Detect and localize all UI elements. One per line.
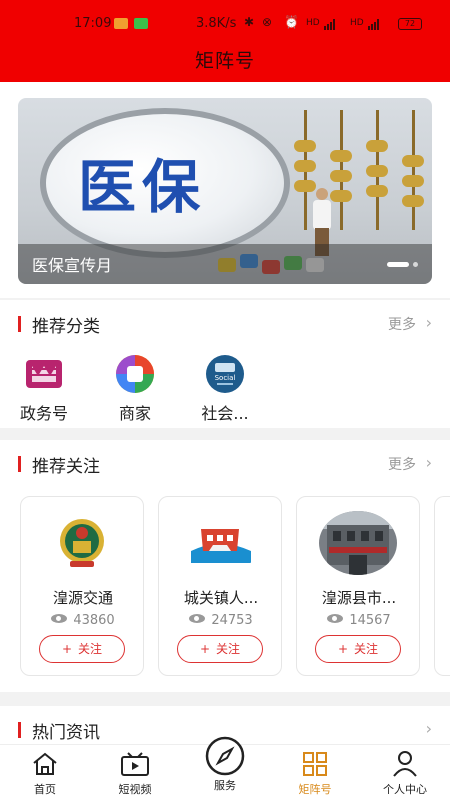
app-screen: 17:09 3.8K/s ✱ ⊗ ⏰ HD HD 72 矩阵号 医保 医保宣传月…	[0, 0, 450, 800]
banner-image-text: 医保	[78, 153, 207, 221]
account-name: 城关镇人...	[183, 589, 259, 607]
follow-card[interactable]: 湟源交通 43860 + 关注	[20, 496, 144, 676]
follow-button[interactable]: + 关注	[177, 635, 263, 663]
status-time: 17:09	[74, 16, 112, 31]
account-name: 湟源县市...	[321, 589, 397, 607]
section-header: 推荐分类 更多 ›	[18, 312, 432, 337]
town-logo-icon	[181, 511, 259, 575]
more-link[interactable]: 更多	[388, 314, 416, 334]
user-icon	[360, 749, 450, 779]
hd-icon: HD	[306, 18, 320, 28]
compass-icon	[180, 736, 270, 776]
plus-icon: +	[337, 642, 349, 656]
category-item-social[interactable]: Social 社会...	[190, 354, 260, 424]
plus-icon: +	[199, 642, 211, 656]
banner-caption: 医保宣传月	[32, 256, 113, 275]
tab-label: 个人中心	[383, 783, 427, 796]
notification-icon	[114, 18, 128, 29]
section-accent-bar	[18, 316, 21, 332]
network-speed: 3.8K/s	[196, 16, 237, 31]
carousel-dot-active[interactable]	[387, 262, 409, 267]
view-count: 24753	[159, 613, 283, 628]
battery-icon: 72	[398, 18, 422, 30]
tab-label: 首页	[34, 783, 56, 796]
government-icon	[24, 354, 64, 394]
follow-button[interactable]: + 关注	[39, 635, 125, 663]
tab-label: 服务	[214, 779, 236, 792]
page-title: 矩阵号	[194, 50, 255, 72]
status-bar: 17:09 3.8K/s ✱ ⊗ ⏰ HD HD 72	[0, 14, 450, 36]
banner-section: 医保 医保宣传月	[0, 82, 450, 298]
view-count: 14567	[297, 613, 421, 628]
section-accent-bar	[18, 722, 21, 738]
chevron-right-icon[interactable]: ›	[426, 453, 432, 472]
carousel-dot[interactable]	[413, 262, 418, 267]
alarm-icon: ⏰	[284, 15, 299, 29]
header-bar: 17:09 3.8K/s ✱ ⊗ ⏰ HD HD 72 矩阵号	[0, 0, 450, 82]
follow-card[interactable]: 湟源县市... 14567 + 关注	[296, 496, 420, 676]
bluetooth-icon: ✱	[244, 15, 255, 29]
chevron-right-icon[interactable]: ›	[426, 719, 432, 738]
section-header: 推荐关注 更多 ›	[18, 452, 432, 477]
recommend-follows-section: 推荐关注 更多 › 湟源交通 43860 + 关注 城关镇人... 24753 …	[0, 440, 450, 692]
social-icon: Social	[205, 354, 245, 394]
banner-caption-bar: 医保宣传月	[18, 244, 432, 284]
video-icon	[90, 749, 180, 779]
category-item-government[interactable]: 政务号	[9, 354, 79, 424]
tab-matrix[interactable]: 矩阵号	[270, 749, 360, 797]
section-accent-bar	[18, 456, 21, 472]
eye-icon	[327, 614, 344, 623]
svg-text:Social: Social	[215, 374, 236, 382]
eye-icon	[51, 614, 68, 623]
follow-button[interactable]: + 关注	[315, 635, 401, 663]
tab-label: 短视频	[118, 783, 152, 796]
more-link[interactable]: 更多	[388, 454, 416, 474]
home-icon	[0, 749, 90, 779]
view-count: 43860	[21, 613, 145, 628]
tab-home[interactable]: 首页	[0, 749, 90, 797]
section-title: 热门资讯	[32, 723, 100, 743]
tab-short-video[interactable]: 短视频	[90, 749, 180, 797]
bottom-tab-bar: 首页 短视频 服务 矩阵号 个人中心	[0, 736, 450, 800]
account-name: 湟源交通	[52, 589, 113, 607]
carousel-indicator	[387, 262, 418, 267]
tab-profile[interactable]: 个人中心	[360, 749, 450, 797]
category-label: 商家	[118, 404, 151, 423]
plus-icon: +	[61, 642, 73, 656]
recommend-categories-section: 推荐分类 更多 › 政务号 商家 Social 社会...	[0, 300, 450, 428]
category-label: 社会...	[201, 404, 249, 423]
grid-icon	[270, 749, 360, 779]
hd2-icon: HD	[350, 18, 364, 28]
category-label: 政务号	[19, 404, 68, 423]
chevron-right-icon[interactable]: ›	[426, 313, 432, 332]
section-title: 推荐关注	[32, 457, 100, 477]
signal2-icon	[368, 19, 379, 30]
building-photo-icon	[319, 511, 397, 575]
banner-carousel[interactable]: 医保 医保宣传月	[18, 98, 432, 284]
section-title: 推荐分类	[32, 317, 100, 337]
signal-icon	[324, 19, 335, 30]
merchant-icon	[115, 354, 155, 394]
follow-card-partial[interactable]	[434, 496, 450, 676]
category-item-merchant[interactable]: 商家	[100, 354, 170, 424]
traffic-emblem-icon	[43, 511, 121, 575]
vibrate-icon: ⊗	[262, 15, 273, 29]
tab-label: 矩阵号	[298, 783, 332, 796]
follow-card[interactable]: 城关镇人... 24753 + 关注	[158, 496, 282, 676]
eye-icon	[189, 614, 206, 623]
tab-service[interactable]: 服务	[180, 736, 270, 793]
wechat-icon	[134, 18, 148, 29]
